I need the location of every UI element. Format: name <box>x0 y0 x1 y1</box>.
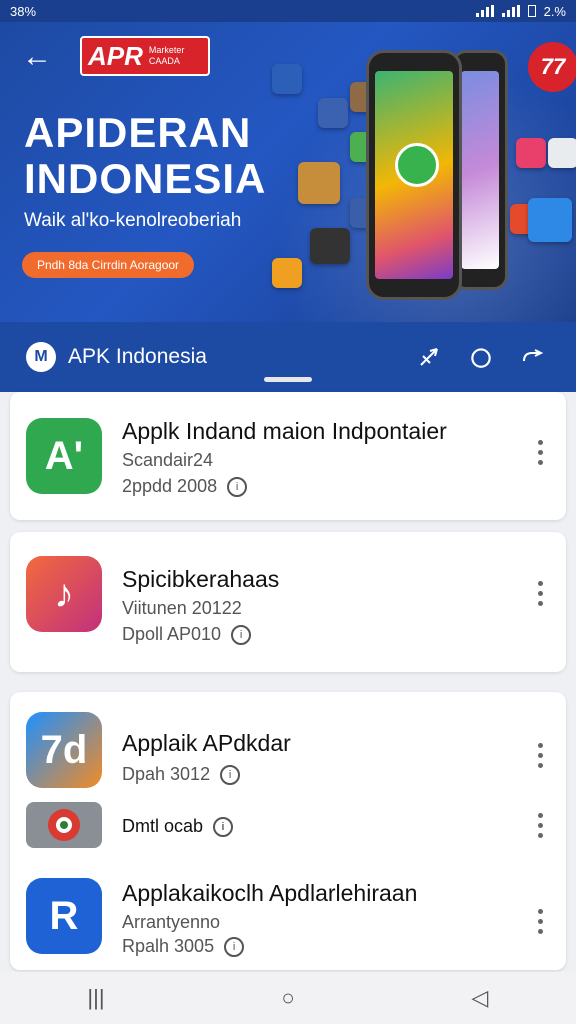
more-options-icon[interactable] <box>530 437 550 467</box>
hero-cta-button[interactable]: Pndh 8da Cirrdin Aoragoor <box>22 252 194 278</box>
app-icon <box>26 802 102 848</box>
app-card: A' Applk Indand maion Indpontaier Scanda… <box>10 392 566 520</box>
brand-logo-subtext-1: Marketer <box>148 45 185 55</box>
app-date: Dpoll AP010 i <box>122 624 252 646</box>
app-icon <box>310 228 350 264</box>
battery-percent-right: 2.% <box>543 3 566 19</box>
app-icon <box>318 98 348 128</box>
app-icon <box>528 198 572 242</box>
comment-icon[interactable] <box>516 340 550 374</box>
app-date: Dmtl ocab i <box>122 816 234 838</box>
app-icon: 7d <box>26 712 102 788</box>
hero-headline-line-2: INDONESIA <box>24 155 267 202</box>
app-icon <box>516 138 546 168</box>
hero-subtitle: Waik al'ko-kenolreoberiah <box>24 210 242 231</box>
app-card: ♪ Spicibkerahaas Viitunen 20122 Dpoll AP… <box>10 532 566 672</box>
heart-icon[interactable] <box>464 340 498 374</box>
app-icon <box>548 138 576 168</box>
play-store-icon <box>272 64 302 94</box>
status-bar: 38% 2.% <box>0 0 576 22</box>
app-name: Applakaikoclh Apdlarlehiraan <box>122 880 418 906</box>
app-date: 2ppdd 2008 i <box>122 476 248 498</box>
brand-logo-text: APR <box>88 40 143 71</box>
app-card: 7d Applaik APdkdar Dpah 3012 i Dmtl ocab i… <box>10 692 566 970</box>
app-name: Spicibkerahaas <box>122 566 280 592</box>
back-button[interactable]: ◁ <box>450 978 510 1018</box>
list-item[interactable]: R Applakaikoclh Apdlarlehiraan Arrantyen… <box>10 876 566 966</box>
info-icon[interactable]: i <box>231 625 252 646</box>
info-icon[interactable]: i <box>213 817 234 838</box>
more-options-icon[interactable] <box>530 740 550 770</box>
app-developer: Scandair24 <box>122 450 214 470</box>
list-item[interactable]: A' Applk Indand maion Indpontaier Scanda… <box>10 412 566 502</box>
list-item[interactable]: ♪ Spicibkerahaas Viitunen 20122 Dpoll AP… <box>10 556 566 646</box>
corner-badge: 77 <box>528 42 576 92</box>
app-icon <box>272 258 302 288</box>
battery-percent-left: 38% <box>10 3 37 19</box>
app-date: Rpalh 3005 i <box>122 936 245 958</box>
app-bar-title: APK Indonesia <box>68 345 207 368</box>
app-date: Dpah 3012 i <box>122 764 241 786</box>
app-icon: R <box>26 878 102 954</box>
brand-logo-subtext-2: CAADA <box>148 56 180 66</box>
home-button[interactable]: ○ <box>258 978 318 1018</box>
hero-headline: APIDERAN INDONESIA <box>24 110 294 202</box>
phone-illustration-front <box>366 50 462 300</box>
hero-headline-line-1: APIDERAN <box>24 109 252 156</box>
system-nav-bar: ||| ○ ◁ <box>0 972 576 1024</box>
brand-logo: APR Marketer CAADA <box>80 36 210 76</box>
app-developer: Viitunen 20122 <box>122 598 242 618</box>
more-options-icon[interactable] <box>530 578 550 608</box>
recent-apps-button[interactable]: ||| <box>66 978 126 1018</box>
more-options-icon[interactable] <box>530 810 550 840</box>
signal-icon <box>475 5 494 17</box>
share-icon[interactable] <box>412 340 446 374</box>
battery-icon <box>527 5 536 17</box>
info-icon[interactable]: i <box>220 765 241 786</box>
list-item[interactable]: 7d Applaik APdkdar Dpah 3012 i <box>10 712 566 802</box>
app-name: Applaik APdkdar <box>122 730 291 756</box>
app-icon: A' <box>26 418 102 494</box>
hero-banner: ← APR Marketer CAADA APIDERAN INDONESIA … <box>0 22 576 322</box>
info-icon[interactable]: i <box>224 937 245 958</box>
info-icon[interactable]: i <box>227 477 248 498</box>
list-item[interactable]: Dmtl ocab i <box>10 792 566 852</box>
apk-logo-icon: M <box>26 342 56 372</box>
drag-handle[interactable] <box>264 377 312 382</box>
wifi-signal-icon <box>501 5 520 17</box>
app-icon <box>298 162 340 204</box>
app-icon: ♪ <box>26 556 102 632</box>
app-name: Applk Indand maion Indpontaier <box>122 418 447 444</box>
app-developer: Arrantyenno <box>122 912 221 932</box>
more-options-icon[interactable] <box>530 906 550 936</box>
back-arrow-icon[interactable]: ← <box>22 42 52 72</box>
